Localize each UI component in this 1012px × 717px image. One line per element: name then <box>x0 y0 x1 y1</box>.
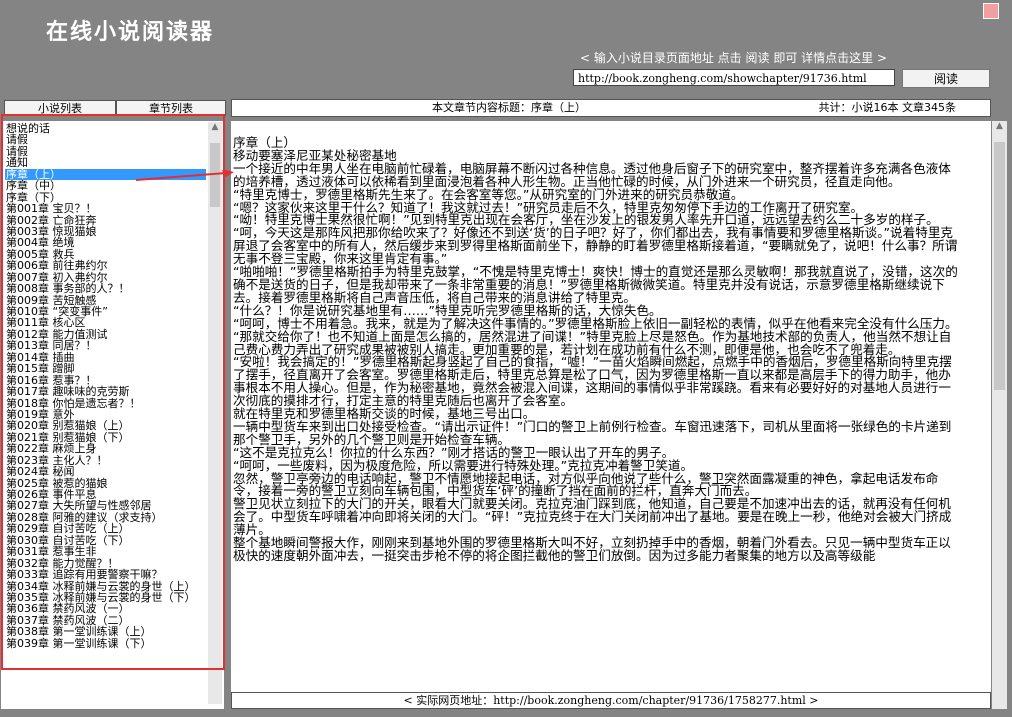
scroll-up-icon[interactable]: ▲ <box>992 121 1007 131</box>
chapter-info-bar: 本文章节内容标题：序章（上） 共计：小说16本 文章345条 <box>231 99 991 117</box>
content-paragraph: “啪啪啪！”罗德里格斯拍手为特里克鼓掌，“不愧是特里克博士！爽快！博士的直觉还是… <box>233 264 958 305</box>
content-paragraph: 整个基地瞬间警报大作，刚刚来到基地外围的罗德里格斯大叫不好，立刻扔掉手中的香烟，… <box>233 535 951 563</box>
content-paragraph: 忽然，警卫亭旁边的电话响起，警卫不情愿地接起电话，对方似乎向他说了些什么，警卫突… <box>233 470 939 499</box>
chapter-title-label: 本文章节内容标题：序章（上） <box>432 101 586 114</box>
content-paragraph: 警卫见状立刻拉下的大门的开关，眼看大门就要关闭。克拉克油门踩到底，他知道，自己要… <box>233 496 952 538</box>
highlight-box <box>1 114 225 670</box>
content-paragraph: “那就交给你了！也不知道上面是怎么搞的，居然混进了间谍！”特里克脸上尽是怒色。作… <box>233 328 952 357</box>
content-panel: 序章（上） 移动要塞泽尼亚某处秘密基地 一个接近的中年男人坐在电脑前忙碌着，电脑屏幕… <box>231 121 991 706</box>
read-button[interactable]: 阅读 <box>902 69 990 88</box>
usage-hint-link[interactable]: < 输入小说目录页面地址 点击 阅读 即可 详情点击这里 > <box>580 49 887 66</box>
chapter-content: 序章（上） 移动要塞泽尼亚某处秘密基地 一个接近的中年男人坐在电脑前忙碌着，电脑屏幕… <box>233 136 961 563</box>
url-input[interactable]: http://book.zongheng.com/showchapter/917… <box>573 69 895 86</box>
close-button[interactable] <box>983 3 999 19</box>
content-paragraph: 一辆中型货车来到出口处接受检查。“请出示证件！”门口的警卫上前例行检查。车窗迅速… <box>233 418 952 447</box>
red-arrow-icon <box>136 170 234 181</box>
content-scroll-thumb[interactable] <box>994 142 1005 390</box>
content-paragraph: “呵，今天这是那阵风把那你给吹来了？好像还不到送‘货’的日子吧？好了，你们都出去… <box>233 225 958 267</box>
actual-url-bar[interactable]: < 实际网页地址：http://book.zongheng.com/chapte… <box>231 692 991 709</box>
stats-label: 共计：小说16本 文章345条 <box>818 101 957 114</box>
app-title: 在线小说阅读器 <box>46 20 215 45</box>
content-paragraph: 一个接近的中年男人坐在电脑前忙碌着，电脑屏幕不断闪过各种信息。透过他身后窗子下的… <box>233 160 951 189</box>
content-paragraph: “安啦！我会搞定的！”罗德里格斯起身竖起了自己的食指，“嘘！”一苗火焰瞬间燃起，… <box>233 354 952 409</box>
